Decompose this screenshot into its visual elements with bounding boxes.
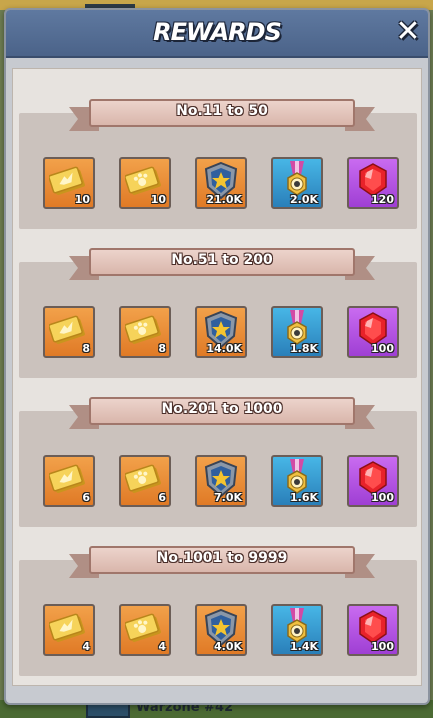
reward-ticket-paw[interactable]: 8 bbox=[119, 306, 171, 358]
reward-ruby[interactable]: 100 bbox=[347, 306, 399, 358]
reward-medal[interactable]: 1.8K bbox=[271, 306, 323, 358]
reward-tier: No.1001 to 9999 4 4 4.0K 1.4K 100 bbox=[19, 546, 417, 676]
reward-count: 1.8K bbox=[289, 342, 318, 355]
tier-items: 10 10 21.0K 2.0K 120 bbox=[43, 157, 403, 209]
tier-label: No.51 to 200 bbox=[171, 252, 273, 268]
reward-ruby[interactable]: 100 bbox=[347, 455, 399, 507]
tier-items: 6 6 7.0K 1.6K 100 bbox=[43, 455, 403, 507]
reward-medal[interactable]: 1.4K bbox=[271, 604, 323, 656]
reward-count: 21.0K bbox=[206, 193, 242, 206]
reward-count: 1.4K bbox=[289, 640, 318, 653]
tier-items: 8 8 14.0K 1.8K 100 bbox=[43, 306, 403, 358]
reward-count: 6 bbox=[158, 491, 166, 504]
reward-medal[interactable]: 2.0K bbox=[271, 157, 323, 209]
reward-count: 10 bbox=[74, 193, 90, 206]
reward-count: 2.0K bbox=[289, 193, 318, 206]
tier-label: No.201 to 1000 bbox=[161, 401, 283, 417]
reward-count: 100 bbox=[371, 491, 394, 504]
reward-medal[interactable]: 1.6K bbox=[271, 455, 323, 507]
reward-count: 7.0K bbox=[213, 491, 242, 504]
rewards-content: No.11 to 50 10 10 21.0K 2.0K 120 No.51 t… bbox=[12, 68, 422, 686]
reward-count: 8 bbox=[158, 342, 166, 355]
reward-tier: No.11 to 50 10 10 21.0K 2.0K 120 bbox=[19, 99, 417, 229]
reward-shield[interactable]: 14.0K bbox=[195, 306, 247, 358]
reward-ticket-paw[interactable]: 10 bbox=[119, 157, 171, 209]
tier-ribbon: No.201 to 1000 bbox=[69, 397, 375, 429]
tier-ribbon: No.1001 to 9999 bbox=[69, 546, 375, 578]
reward-count: 14.0K bbox=[206, 342, 242, 355]
tier-ribbon: No.11 to 50 bbox=[69, 99, 375, 131]
reward-shield[interactable]: 21.0K bbox=[195, 157, 247, 209]
reward-count: 100 bbox=[371, 640, 394, 653]
reward-count: 6 bbox=[82, 491, 90, 504]
reward-tier: No.201 to 1000 6 6 7.0K 1.6K 100 bbox=[19, 397, 417, 527]
reward-shield[interactable]: 7.0K bbox=[195, 455, 247, 507]
reward-ruby[interactable]: 100 bbox=[347, 604, 399, 656]
reward-count: 4 bbox=[82, 640, 90, 653]
reward-count: 100 bbox=[371, 342, 394, 355]
reward-ticket-bird[interactable]: 6 bbox=[43, 455, 95, 507]
reward-tier: No.51 to 200 8 8 14.0K 1.8K 100 bbox=[19, 248, 417, 378]
reward-count: 8 bbox=[82, 342, 90, 355]
close-button[interactable]: ✕ bbox=[394, 17, 422, 47]
reward-count: 4.0K bbox=[213, 640, 242, 653]
tier-items: 4 4 4.0K 1.4K 100 bbox=[43, 604, 403, 656]
tier-label: No.11 to 50 bbox=[176, 103, 268, 119]
reward-ruby[interactable]: 120 bbox=[347, 157, 399, 209]
reward-count: 120 bbox=[371, 193, 394, 206]
reward-ticket-bird[interactable]: 8 bbox=[43, 306, 95, 358]
tier-label: No.1001 to 9999 bbox=[156, 550, 288, 566]
reward-count: 4 bbox=[158, 640, 166, 653]
reward-ticket-paw[interactable]: 4 bbox=[119, 604, 171, 656]
modal-title: REWARDS bbox=[153, 18, 282, 46]
reward-ticket-paw[interactable]: 6 bbox=[119, 455, 171, 507]
rewards-modal: REWARDS ✕ No.11 to 50 10 10 21.0K 2.0K 1… bbox=[4, 8, 430, 705]
reward-count: 10 bbox=[150, 193, 166, 206]
tier-ribbon: No.51 to 200 bbox=[69, 248, 375, 280]
reward-ticket-bird[interactable]: 4 bbox=[43, 604, 95, 656]
reward-ticket-bird[interactable]: 10 bbox=[43, 157, 95, 209]
reward-shield[interactable]: 4.0K bbox=[195, 604, 247, 656]
modal-header: REWARDS ✕ bbox=[6, 10, 428, 58]
reward-count: 1.6K bbox=[289, 491, 318, 504]
